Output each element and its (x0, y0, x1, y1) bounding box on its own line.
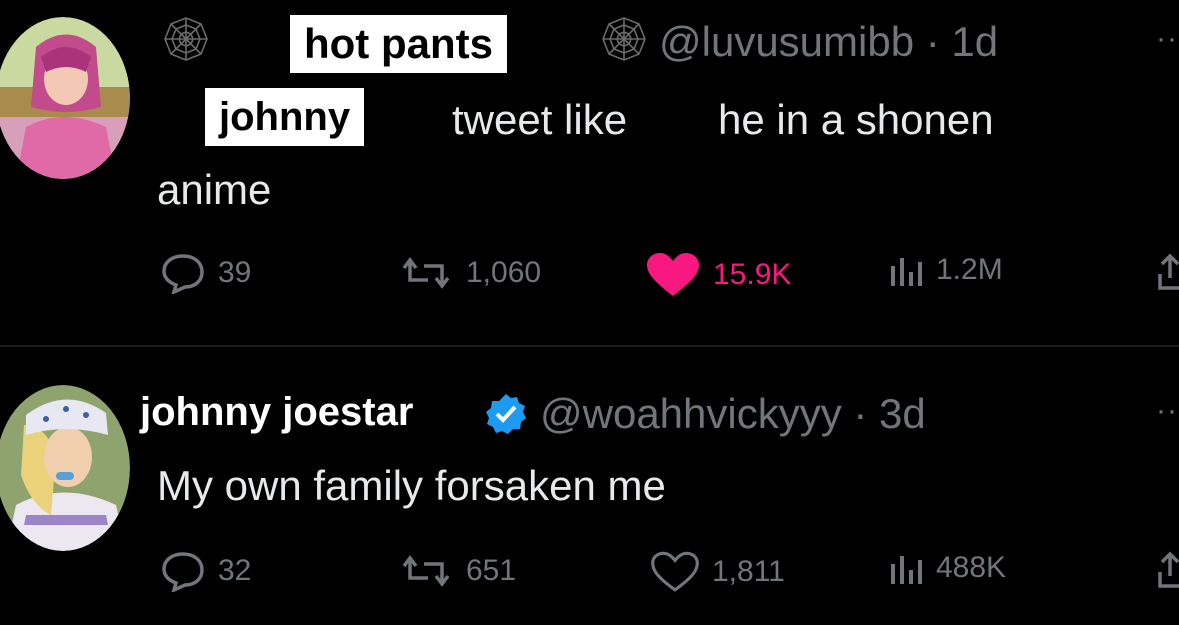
share-icon (1158, 551, 1179, 588)
views-icon (891, 258, 922, 286)
handle-text[interactable]: @woahhvickyyy (540, 390, 842, 437)
spiderweb-icon (602, 17, 646, 61)
like-icon (647, 253, 699, 296)
reply-icon (162, 254, 204, 294)
tweet-handle[interactable]: @luvusumibb · 1d (659, 18, 998, 66)
like-button[interactable]: 1,811 (650, 550, 785, 594)
reply-button[interactable]: 39 (160, 252, 251, 294)
view-count: 488K (936, 551, 1007, 584)
tweet-johnny-joestar[interactable]: johnny joestar @woahhvickyyy · 3d ·· My … (0, 350, 1179, 625)
reply-count: 32 (218, 554, 252, 587)
tweet-hot-pants[interactable]: hot pants @luvusumibb · 1d ·· johnny twe… (0, 0, 1179, 345)
repost-count: 651 (466, 554, 517, 587)
share-button[interactable] (1156, 252, 1179, 292)
repost-button[interactable]: 651 (398, 550, 516, 592)
verified-icon (486, 394, 526, 434)
repost-icon (402, 555, 450, 587)
like-icon (651, 551, 699, 592)
repost-count: 1,060 (466, 256, 542, 289)
spiderweb-icon (164, 17, 208, 61)
avatar-johnny-joestar[interactable] (0, 385, 130, 551)
reply-button[interactable]: 32 (160, 550, 251, 592)
repost-icon (402, 257, 450, 289)
views-button[interactable]: 488K (888, 550, 1006, 586)
reply-icon (162, 552, 204, 592)
tweet-handle[interactable]: @woahhvickyyy · 3d (540, 390, 926, 438)
like-button[interactable]: 15.9K (645, 252, 791, 298)
like-count: 15.9K (713, 258, 792, 291)
repost-button[interactable]: 1,060 (398, 252, 541, 294)
views-icon (891, 556, 922, 584)
tweet-text: My own family forsaken me (157, 462, 666, 509)
display-name-overlay: hot pants (290, 15, 507, 73)
share-icon (1158, 253, 1179, 290)
display-name[interactable]: johnny joestar (140, 390, 413, 435)
more-icon[interactable]: ·· (1156, 394, 1178, 428)
text-overlay-johnny: johnny (205, 88, 365, 146)
reply-count: 39 (218, 256, 252, 289)
share-button[interactable] (1156, 550, 1179, 590)
avatar-hot-pants[interactable] (0, 17, 130, 179)
tweet-divider (0, 345, 1179, 347)
more-icon[interactable]: ·· (1156, 22, 1178, 56)
like-count: 1,811 (712, 555, 785, 588)
tweet-text-part1: tweet like (452, 96, 628, 143)
handle-text[interactable]: @luvusumibb (659, 18, 914, 65)
view-count: 1.2M (936, 253, 1003, 286)
tweet-text-line2: anime (157, 166, 272, 213)
tweet-time[interactable]: · 3d (853, 390, 925, 437)
tweet-time[interactable]: · 1d (926, 18, 998, 65)
tweet-text-part2: he in a shonen (718, 96, 994, 143)
views-button[interactable]: 1.2M (888, 252, 1003, 288)
